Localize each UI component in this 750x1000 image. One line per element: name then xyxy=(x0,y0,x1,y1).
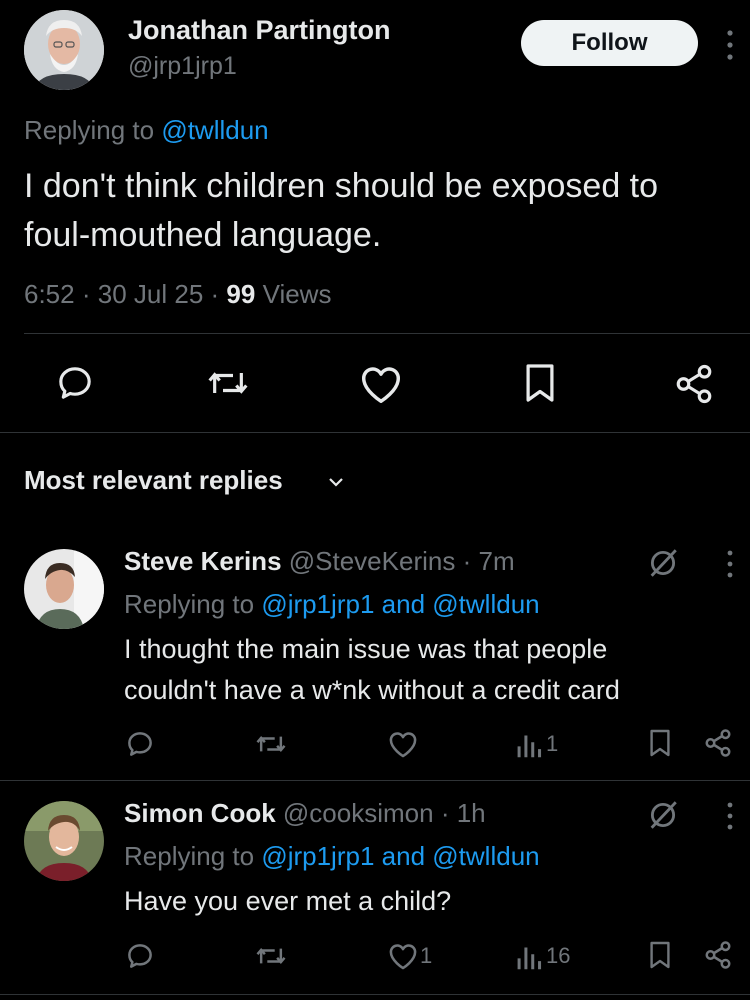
divider xyxy=(24,333,750,334)
like-icon[interactable] xyxy=(359,364,403,404)
share-icon[interactable] xyxy=(673,363,715,405)
tweet-date: 30 Jul 25 xyxy=(97,279,204,309)
views-label[interactable]: Views xyxy=(263,279,332,309)
mention-and: and xyxy=(381,841,426,871)
replies-sort-label[interactable]: Most relevant replies xyxy=(24,465,283,496)
author-handle[interactable]: @jrp1jrp1 xyxy=(128,52,237,81)
views-icon[interactable] xyxy=(516,942,544,972)
reply-text-line-2: couldn't have a w*nk without a credit ca… xyxy=(124,675,620,705)
reply-icon[interactable] xyxy=(125,941,155,971)
meta-separator: · xyxy=(462,546,472,576)
reply-replying-to: Replying to @jrp1jrp1 and @twlldun xyxy=(124,589,540,620)
like-icon[interactable] xyxy=(387,942,419,970)
replying-prefix: Replying to xyxy=(124,841,255,871)
tweet-text-line-1: I don't think children should be exposed… xyxy=(24,167,659,205)
views-icon[interactable] xyxy=(516,730,544,760)
tweet-meta: 6:52 · 30 Jul 25 · 99 Views xyxy=(24,279,331,310)
mention-and: and xyxy=(381,589,426,619)
more-options-icon[interactable] xyxy=(722,548,738,580)
mention-link[interactable]: @twlldun xyxy=(432,589,539,619)
like-icon[interactable] xyxy=(387,730,419,758)
reply-time[interactable]: 7m xyxy=(478,546,514,576)
replying-to-mention[interactable]: @twlldun xyxy=(161,115,268,145)
more-options-icon[interactable] xyxy=(722,800,738,832)
reply-author-handle[interactable]: @cooksimon xyxy=(283,798,434,828)
replying-to-line: Replying to @twlldun xyxy=(24,115,269,146)
reply-text-line-1: I thought the main issue was that people xyxy=(124,634,608,664)
views-count[interactable]: 99 xyxy=(226,279,255,309)
share-icon[interactable] xyxy=(703,940,733,970)
reply-author-name[interactable]: Steve Kerins xyxy=(124,546,282,576)
author-avatar[interactable] xyxy=(24,10,104,90)
views-count: 16 xyxy=(546,943,571,968)
mention-link[interactable]: @twlldun xyxy=(432,841,539,871)
reply-header: Steve Kerins @SteveKerins · 7m xyxy=(124,546,515,577)
replying-prefix: Replying to xyxy=(124,589,255,619)
mention-link[interactable]: @jrp1jrp1 xyxy=(261,841,374,871)
divider xyxy=(0,994,750,995)
follow-button[interactable]: Follow xyxy=(521,20,698,66)
bookmark-icon[interactable] xyxy=(523,362,557,404)
reply-author-handle[interactable]: @SteveKerins xyxy=(289,546,456,576)
views-count: 1 xyxy=(546,731,559,756)
share-icon[interactable] xyxy=(703,728,733,758)
reply-replying-to: Replying to @jrp1jrp1 and @twlldun xyxy=(124,841,540,872)
replying-prefix: Replying to xyxy=(24,115,155,145)
reply-author-name[interactable]: Simon Cook xyxy=(124,798,276,828)
reply-text-line-1: Have you ever met a child? xyxy=(124,886,452,916)
reply-avatar[interactable] xyxy=(24,801,104,881)
reply-icon[interactable] xyxy=(125,729,155,759)
meta-separator: · xyxy=(440,798,450,828)
grok-icon[interactable] xyxy=(646,798,680,832)
divider xyxy=(0,780,750,781)
retweet-icon[interactable] xyxy=(255,941,287,971)
reply-time[interactable]: 1h xyxy=(457,798,486,828)
reply-header: Simon Cook @cooksimon · 1h xyxy=(124,798,486,829)
reply-avatar[interactable] xyxy=(24,549,104,629)
bookmark-icon[interactable] xyxy=(648,940,672,970)
tweet-time: 6:52 xyxy=(24,279,75,309)
author-name[interactable]: Jonathan Partington xyxy=(128,15,391,46)
more-options-icon[interactable] xyxy=(722,28,738,62)
mention-link[interactable]: @jrp1jrp1 xyxy=(261,589,374,619)
meta-separator: · xyxy=(81,279,91,309)
retweet-icon[interactable] xyxy=(206,363,250,403)
like-count: 1 xyxy=(420,943,433,968)
retweet-icon[interactable] xyxy=(255,729,287,759)
divider xyxy=(0,432,750,433)
bookmark-icon[interactable] xyxy=(648,728,672,758)
grok-icon[interactable] xyxy=(646,546,680,580)
meta-separator: · xyxy=(210,279,220,309)
reply-icon[interactable] xyxy=(55,363,95,403)
tweet-text-line-2: foul-mouthed language. xyxy=(24,216,382,254)
chevron-down-icon[interactable] xyxy=(326,472,346,492)
